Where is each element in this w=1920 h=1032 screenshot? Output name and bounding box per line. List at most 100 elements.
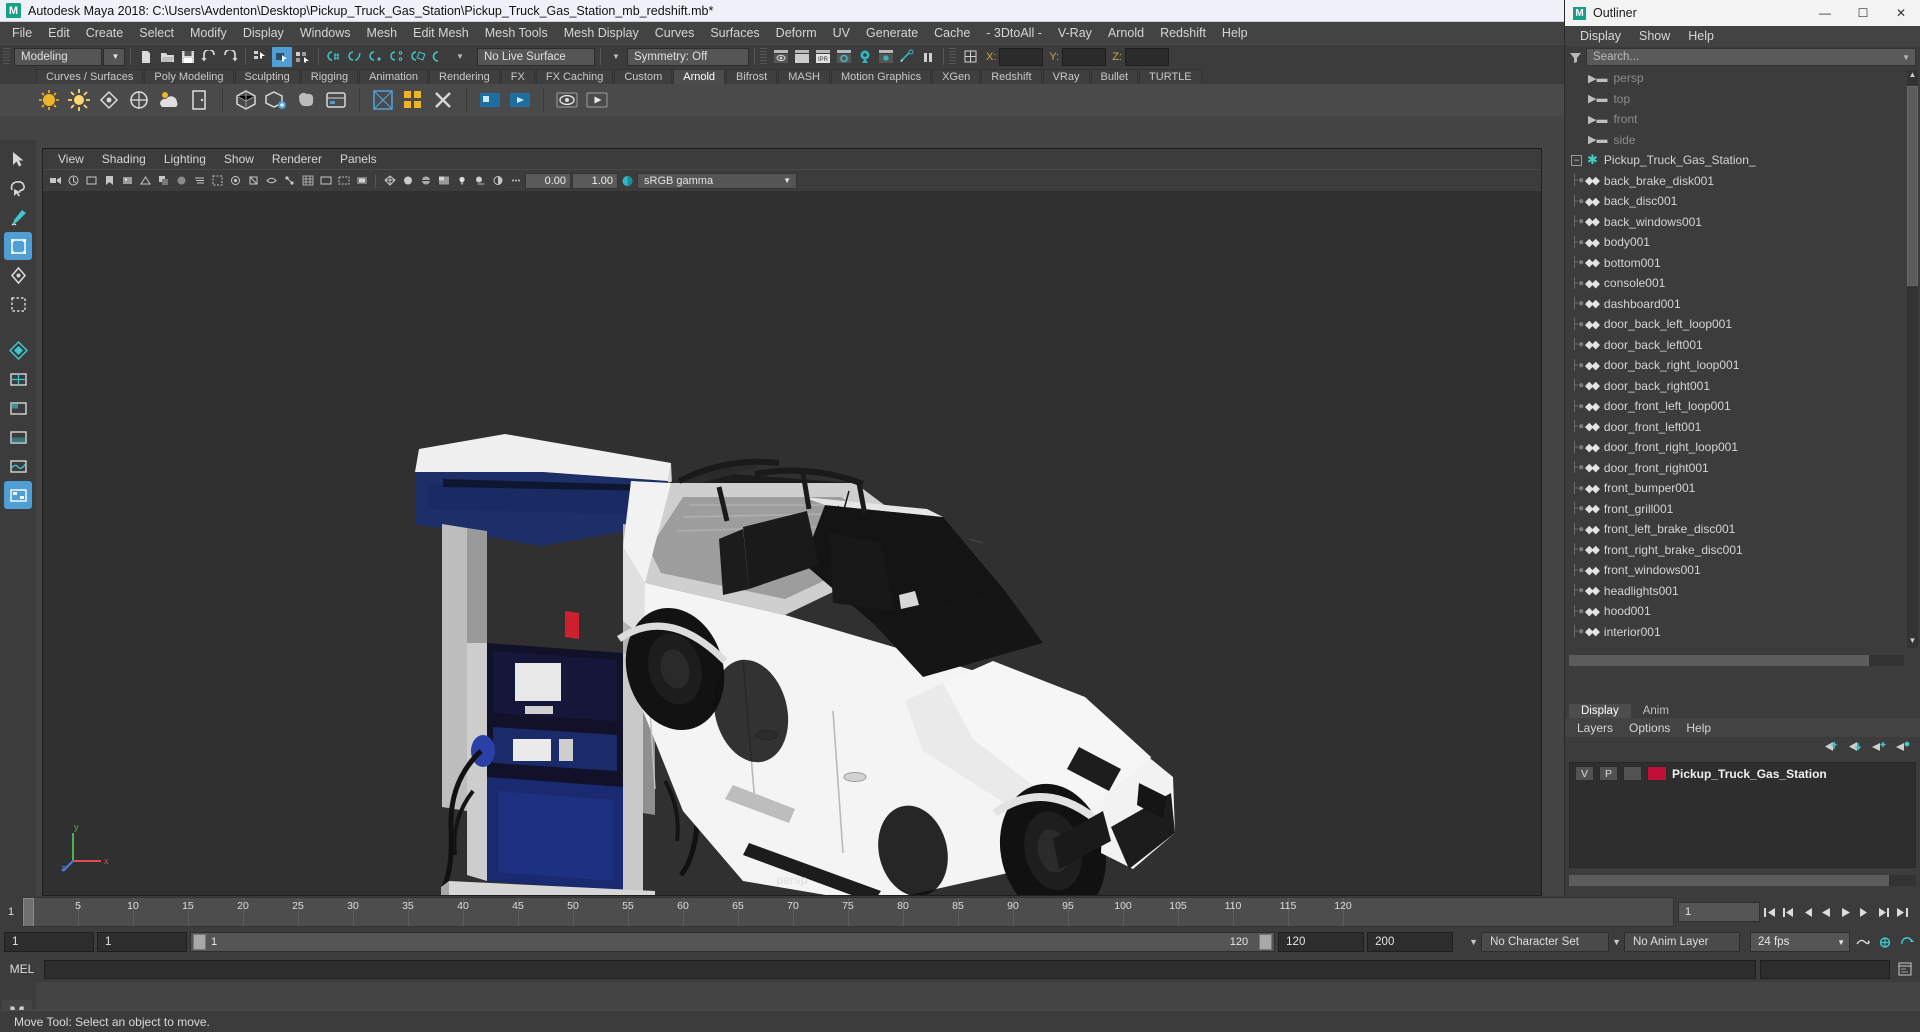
xray-joints-icon[interactable] (281, 172, 298, 189)
shadow-icon[interactable] (471, 172, 488, 189)
range-start-time-input[interactable]: 1 (97, 932, 187, 952)
step-back-frame-icon[interactable] (1798, 901, 1817, 923)
exposure-input[interactable]: 0.00 (525, 173, 571, 189)
pause-icon[interactable] (918, 47, 938, 67)
move-tool-icon[interactable] (4, 232, 32, 260)
shelf-tab-bifrost[interactable]: Bifrost (726, 69, 777, 84)
layers-list[interactable]: V P Pickup_Truck_Gas_Station (1569, 762, 1916, 868)
new-layer-from-selected-icon[interactable] (1895, 740, 1910, 756)
layer-visibility-toggle[interactable]: V (1575, 766, 1594, 781)
toolbar-grip[interactable] (3, 48, 10, 66)
snap-to-point-icon[interactable] (366, 47, 386, 67)
layer-row[interactable]: V P Pickup_Truck_Gas_Station (1570, 763, 1915, 784)
shelf-tab-mash[interactable]: MASH (778, 69, 830, 84)
single-perspective-view-icon[interactable] (4, 365, 32, 393)
menu-file[interactable]: File (4, 24, 40, 42)
outliner-search-input[interactable]: Search... ▼ (1586, 48, 1916, 66)
outliner-row-mesh[interactable]: ├●◆◆back_disc001 (1565, 191, 1920, 212)
step-back-key-icon[interactable] (1779, 901, 1798, 923)
play-backwards-icon[interactable] (1817, 901, 1836, 923)
outliner-scroll-thumb[interactable] (1907, 86, 1918, 286)
viewport-menu-shading[interactable]: Shading (93, 151, 155, 167)
select-tool-icon[interactable] (4, 145, 32, 173)
snap-dropdown-arrow[interactable]: ▼ (450, 47, 470, 67)
outliner-row-mesh[interactable]: ├●◆◆dashboard001 (1565, 294, 1920, 315)
shelf-tab-rigging[interactable]: Rigging (301, 69, 358, 84)
make-live-icon[interactable] (429, 47, 449, 67)
go-to-end-icon[interactable] (1893, 901, 1912, 923)
character-set-selector[interactable]: No Character Set (1481, 932, 1609, 952)
arnold-flare-icon[interactable] (370, 87, 396, 113)
tab-anim[interactable]: Anim (1631, 704, 1681, 718)
arnold-cross-icon[interactable] (430, 87, 456, 113)
arnold-skydome-light-icon[interactable] (66, 87, 92, 113)
viewport-menu-panels[interactable]: Panels (331, 151, 386, 167)
move-layer-down-icon[interactable] (1847, 740, 1862, 756)
arnold-render-icon[interactable] (477, 87, 503, 113)
layer-color-swatch[interactable] (1647, 766, 1667, 781)
shelf-tab-custom[interactable]: Custom (614, 69, 672, 84)
menu-mesh[interactable]: Mesh (359, 24, 406, 42)
screen-space-ao-icon[interactable] (173, 172, 190, 189)
new-layer-icon[interactable] (1871, 740, 1886, 756)
collapse-expander-icon[interactable]: − (1571, 155, 1582, 166)
outliner-row-persp[interactable]: ▶▬persp (1565, 68, 1920, 89)
menu-display[interactable]: Display (235, 24, 292, 42)
outliner-row-mesh[interactable]: ├●◆◆interior001 (1565, 622, 1920, 643)
shelf-tab-fx[interactable]: FX (501, 69, 535, 84)
hypershade-persp-view-icon[interactable] (4, 481, 32, 509)
arnold-area-light-icon[interactable] (36, 87, 62, 113)
outliner-row-mesh[interactable]: ├●◆◆door_front_left001 (1565, 417, 1920, 438)
outliner-row-front[interactable]: ▶▬front (1565, 109, 1920, 130)
shelf-tab-arnold[interactable]: Arnold (673, 69, 725, 84)
textured-icon[interactable] (435, 172, 452, 189)
select-by-component-icon[interactable] (293, 47, 313, 67)
menu-redshift[interactable]: Redshift (1152, 24, 1214, 42)
multisample-icon[interactable] (209, 172, 226, 189)
arnold-ipr-icon[interactable] (507, 87, 533, 113)
outliner-row-mesh[interactable]: ├●◆◆door_front_left_loop001 (1565, 396, 1920, 417)
select-by-object-icon[interactable] (272, 47, 292, 67)
shelf-tab-redshift[interactable]: Redshift (981, 69, 1041, 84)
layers-menu-help[interactable]: Help (1678, 720, 1719, 736)
menu-modify[interactable]: Modify (182, 24, 235, 42)
gate-mask-icon[interactable] (353, 172, 370, 189)
outliner-row-mesh[interactable]: ├●◆◆front_right_brake_disc001 (1565, 540, 1920, 561)
scroll-down-arrow-icon[interactable]: ▼ (1907, 636, 1918, 648)
last-tool-used-icon[interactable] (4, 336, 32, 364)
menu-curves[interactable]: Curves (647, 24, 703, 42)
arnold-scene-source-icon[interactable] (323, 87, 349, 113)
arnold-mesh-light-icon[interactable] (96, 87, 122, 113)
time-cursor[interactable] (23, 898, 34, 927)
mel-label[interactable]: MEL (4, 962, 40, 976)
arnold-light-portal-icon[interactable] (186, 87, 212, 113)
snap-to-view-plane-icon[interactable] (408, 47, 428, 67)
close-icon[interactable]: ✕ (1882, 0, 1920, 26)
ambient-occlusion-icon[interactable] (489, 172, 506, 189)
auto-key-icon[interactable] (1853, 931, 1872, 953)
menu-generate[interactable]: Generate (858, 24, 926, 42)
hypershade-icon[interactable] (834, 47, 854, 67)
step-forward-key-icon[interactable] (1874, 901, 1893, 923)
outliner-row-mesh[interactable]: ├●◆◆console001 (1565, 273, 1920, 294)
film-gate-icon[interactable] (317, 172, 334, 189)
menu-mesh-display[interactable]: Mesh Display (556, 24, 647, 42)
transform-y-input[interactable] (1062, 48, 1106, 66)
menu-vray[interactable]: V-Ray (1050, 24, 1100, 42)
menu-windows[interactable]: Windows (292, 24, 359, 42)
play-forwards-icon[interactable] (1836, 901, 1855, 923)
playback-speed-selector[interactable]: 24 fps ▼ (1750, 932, 1850, 952)
motion-blur-icon[interactable] (191, 172, 208, 189)
outliner-row-mesh[interactable]: ├●◆◆front_grill001 (1565, 499, 1920, 520)
menu-3dtoall[interactable]: - 3DtoAll - (978, 24, 1050, 42)
search-filter-icon[interactable] (1569, 51, 1582, 64)
xray-icon[interactable] (263, 172, 280, 189)
shelf-tab-sculpting[interactable]: Sculpting (235, 69, 300, 84)
arnold-physical-sky-icon[interactable] (156, 87, 182, 113)
range-right-handle[interactable] (1259, 934, 1272, 950)
range-slider[interactable]: 1 120 (190, 932, 1275, 952)
lock-camera-icon[interactable] (65, 172, 82, 189)
toggle-render-icon[interactable] (897, 47, 917, 67)
menu-uv[interactable]: UV (825, 24, 858, 42)
select-by-hierarchy-icon[interactable] (251, 47, 271, 67)
